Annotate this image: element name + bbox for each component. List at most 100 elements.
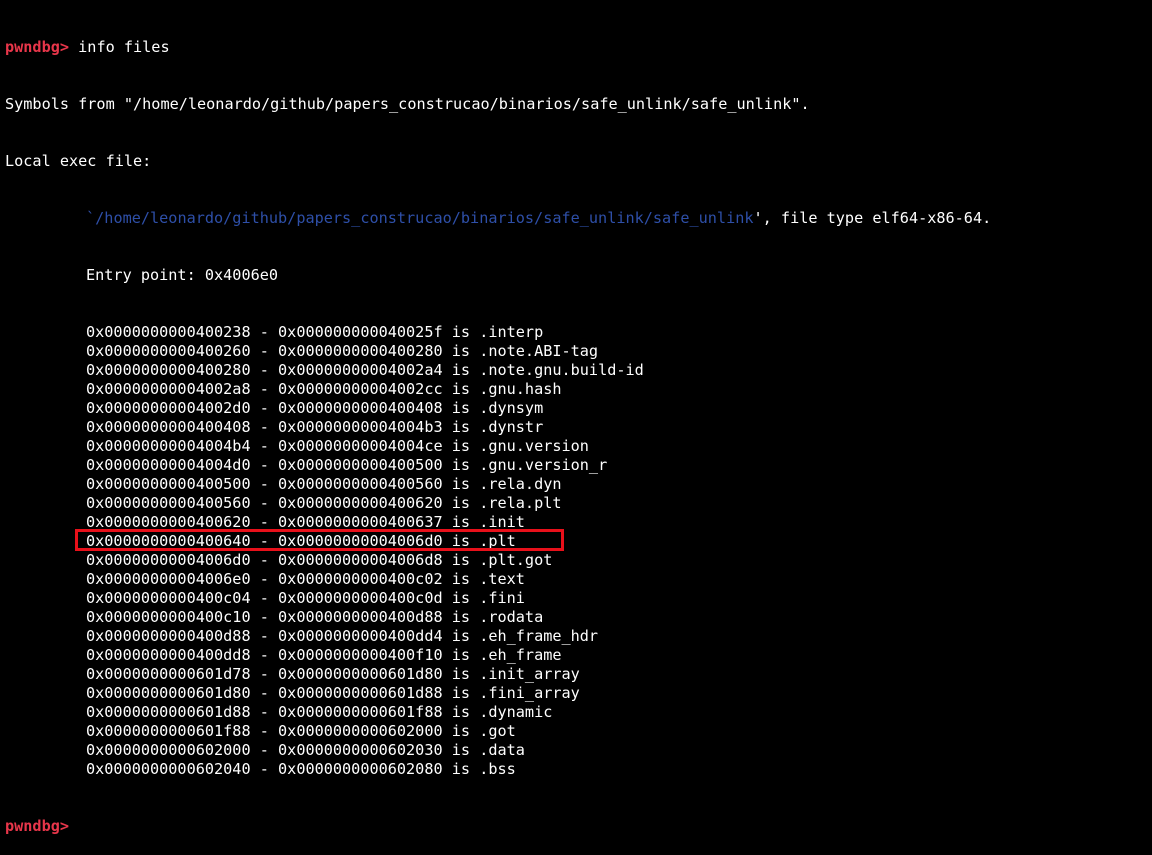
section-start-address: 0x0000000000601d80 bbox=[86, 684, 251, 702]
section-start-address: 0x00000000004004d0 bbox=[86, 456, 251, 474]
section-row: 0x00000000004006e0 - 0x0000000000400c02 … bbox=[5, 570, 1145, 589]
section-row: 0x0000000000400500 - 0x0000000000400560 … bbox=[5, 475, 1145, 494]
section-is-word: is bbox=[442, 760, 480, 778]
section-separator: - bbox=[250, 475, 279, 493]
section-separator: - bbox=[250, 494, 279, 512]
exec-suffix: ', file type elf64-x86-64. bbox=[753, 209, 992, 227]
section-end-address: 0x00000000004004ce bbox=[278, 437, 443, 455]
section-start-address: 0x0000000000400500 bbox=[86, 475, 251, 493]
section-end-address: 0x0000000000602030 bbox=[278, 741, 443, 759]
section-separator: - bbox=[250, 380, 279, 398]
section-start-address: 0x0000000000601d78 bbox=[86, 665, 251, 683]
section-end-address: 0x0000000000601d88 bbox=[278, 684, 443, 702]
section-row: 0x0000000000400d88 - 0x0000000000400dd4 … bbox=[5, 627, 1145, 646]
section-end-address: 0x0000000000601d80 bbox=[278, 665, 443, 683]
section-row: 0x00000000004002d0 - 0x0000000000400408 … bbox=[5, 399, 1145, 418]
section-is-word: is bbox=[442, 418, 480, 436]
section-start-address: 0x0000000000601d88 bbox=[86, 703, 251, 721]
section-start-address: 0x0000000000400238 bbox=[86, 323, 251, 341]
section-name: .rela.plt bbox=[479, 494, 562, 512]
section-end-address: 0x00000000004006d8 bbox=[278, 551, 443, 569]
section-is-word: is bbox=[442, 684, 480, 702]
section-name: .data bbox=[479, 741, 525, 759]
section-row: 0x0000000000601f88 - 0x0000000000602000 … bbox=[5, 722, 1145, 741]
section-row: 0x0000000000400640 - 0x00000000004006d0 … bbox=[5, 532, 1145, 551]
section-is-word: is bbox=[442, 646, 480, 664]
section-name: .interp bbox=[479, 323, 544, 341]
section-row: 0x0000000000400c10 - 0x0000000000400d88 … bbox=[5, 608, 1145, 627]
section-separator: - bbox=[250, 361, 279, 379]
section-end-address: 0x00000000004006d0 bbox=[278, 532, 443, 550]
section-name: .fini bbox=[479, 589, 525, 607]
section-end-address: 0x0000000000400500 bbox=[278, 456, 443, 474]
section-start-address: 0x0000000000601f88 bbox=[86, 722, 251, 740]
section-separator: - bbox=[250, 684, 279, 702]
section-separator: - bbox=[250, 703, 279, 721]
section-end-address: 0x0000000000400560 bbox=[278, 475, 443, 493]
section-end-address: 0x0000000000400c0d bbox=[278, 589, 443, 607]
section-name: .rela.dyn bbox=[479, 475, 562, 493]
section-end-address: 0x00000000004002cc bbox=[278, 380, 443, 398]
symbols-line: Symbols from "/home/leonardo/github/pape… bbox=[5, 95, 810, 113]
section-row: 0x0000000000601d80 - 0x0000000000601d88 … bbox=[5, 684, 1145, 703]
section-is-word: is bbox=[442, 703, 480, 721]
exec-path: /home/leonardo/github/papers_construcao/… bbox=[95, 209, 754, 227]
section-is-word: is bbox=[442, 475, 480, 493]
section-start-address: 0x0000000000400c04 bbox=[86, 589, 251, 607]
section-end-address: 0x00000000004002a4 bbox=[278, 361, 443, 379]
section-start-address: 0x0000000000400408 bbox=[86, 418, 251, 436]
section-separator: - bbox=[250, 741, 279, 759]
section-separator: - bbox=[250, 646, 279, 664]
section-name: .eh_frame bbox=[479, 646, 562, 664]
section-is-word: is bbox=[442, 361, 480, 379]
prompt-label: pwndbg> bbox=[5, 38, 70, 56]
section-row: 0x0000000000400c04 - 0x0000000000400c0d … bbox=[5, 589, 1145, 608]
section-start-address: 0x0000000000400640 bbox=[86, 532, 251, 550]
section-name: .dynamic bbox=[479, 703, 553, 721]
section-row: 0x00000000004002a8 - 0x00000000004002cc … bbox=[5, 380, 1145, 399]
section-separator: - bbox=[250, 513, 279, 531]
section-name: .eh_frame_hdr bbox=[479, 627, 599, 645]
section-row: 0x0000000000400260 - 0x0000000000400280 … bbox=[5, 342, 1145, 361]
section-name: .init_array bbox=[479, 665, 580, 683]
section-separator: - bbox=[250, 627, 279, 645]
section-name: .dynstr bbox=[479, 418, 544, 436]
local-exec-label: Local exec file: bbox=[5, 152, 152, 170]
section-is-word: is bbox=[442, 532, 480, 550]
section-is-word: is bbox=[442, 437, 480, 455]
section-separator: - bbox=[250, 399, 279, 417]
section-end-address: 0x0000000000400620 bbox=[278, 494, 443, 512]
section-end-address: 0x0000000000400280 bbox=[278, 342, 443, 360]
section-separator: - bbox=[250, 437, 279, 455]
section-name: .gnu.hash bbox=[479, 380, 562, 398]
section-name: .plt bbox=[479, 532, 516, 550]
section-row: 0x00000000004006d0 - 0x00000000004006d8 … bbox=[5, 551, 1145, 570]
section-is-word: is bbox=[442, 722, 480, 740]
section-separator: - bbox=[250, 589, 279, 607]
section-end-address: 0x0000000000602000 bbox=[278, 722, 443, 740]
section-list: 0x0000000000400238 - 0x000000000040025f … bbox=[5, 323, 1145, 779]
command-line: pwndbg> info files bbox=[5, 38, 1145, 57]
section-row: 0x0000000000601d88 - 0x0000000000601f88 … bbox=[5, 703, 1145, 722]
section-is-word: is bbox=[442, 399, 480, 417]
section-separator: - bbox=[250, 532, 279, 550]
section-start-address: 0x00000000004006e0 bbox=[86, 570, 251, 588]
section-row: 0x0000000000602040 - 0x0000000000602080 … bbox=[5, 760, 1145, 779]
section-row: 0x00000000004004d0 - 0x0000000000400500 … bbox=[5, 456, 1145, 475]
section-name: .rodata bbox=[479, 608, 544, 626]
section-is-word: is bbox=[442, 513, 480, 531]
section-name: .dynsym bbox=[479, 399, 544, 417]
section-separator: - bbox=[250, 418, 279, 436]
section-name: .note.ABI-tag bbox=[479, 342, 599, 360]
section-end-address: 0x000000000040025f bbox=[278, 323, 443, 341]
section-start-address: 0x0000000000400620 bbox=[86, 513, 251, 531]
terminal-output[interactable]: pwndbg> info files Symbols from "/home/l… bbox=[5, 0, 1145, 855]
section-start-address: 0x0000000000602040 bbox=[86, 760, 251, 778]
section-is-word: is bbox=[442, 741, 480, 759]
section-end-address: 0x0000000000601f88 bbox=[278, 703, 443, 721]
section-name: .bss bbox=[479, 760, 516, 778]
section-separator: - bbox=[250, 551, 279, 569]
section-end-address: 0x0000000000400d88 bbox=[278, 608, 443, 626]
footer-prompt-line: pwndbg> bbox=[5, 817, 1145, 836]
exec-quote-open: ` bbox=[86, 209, 96, 227]
